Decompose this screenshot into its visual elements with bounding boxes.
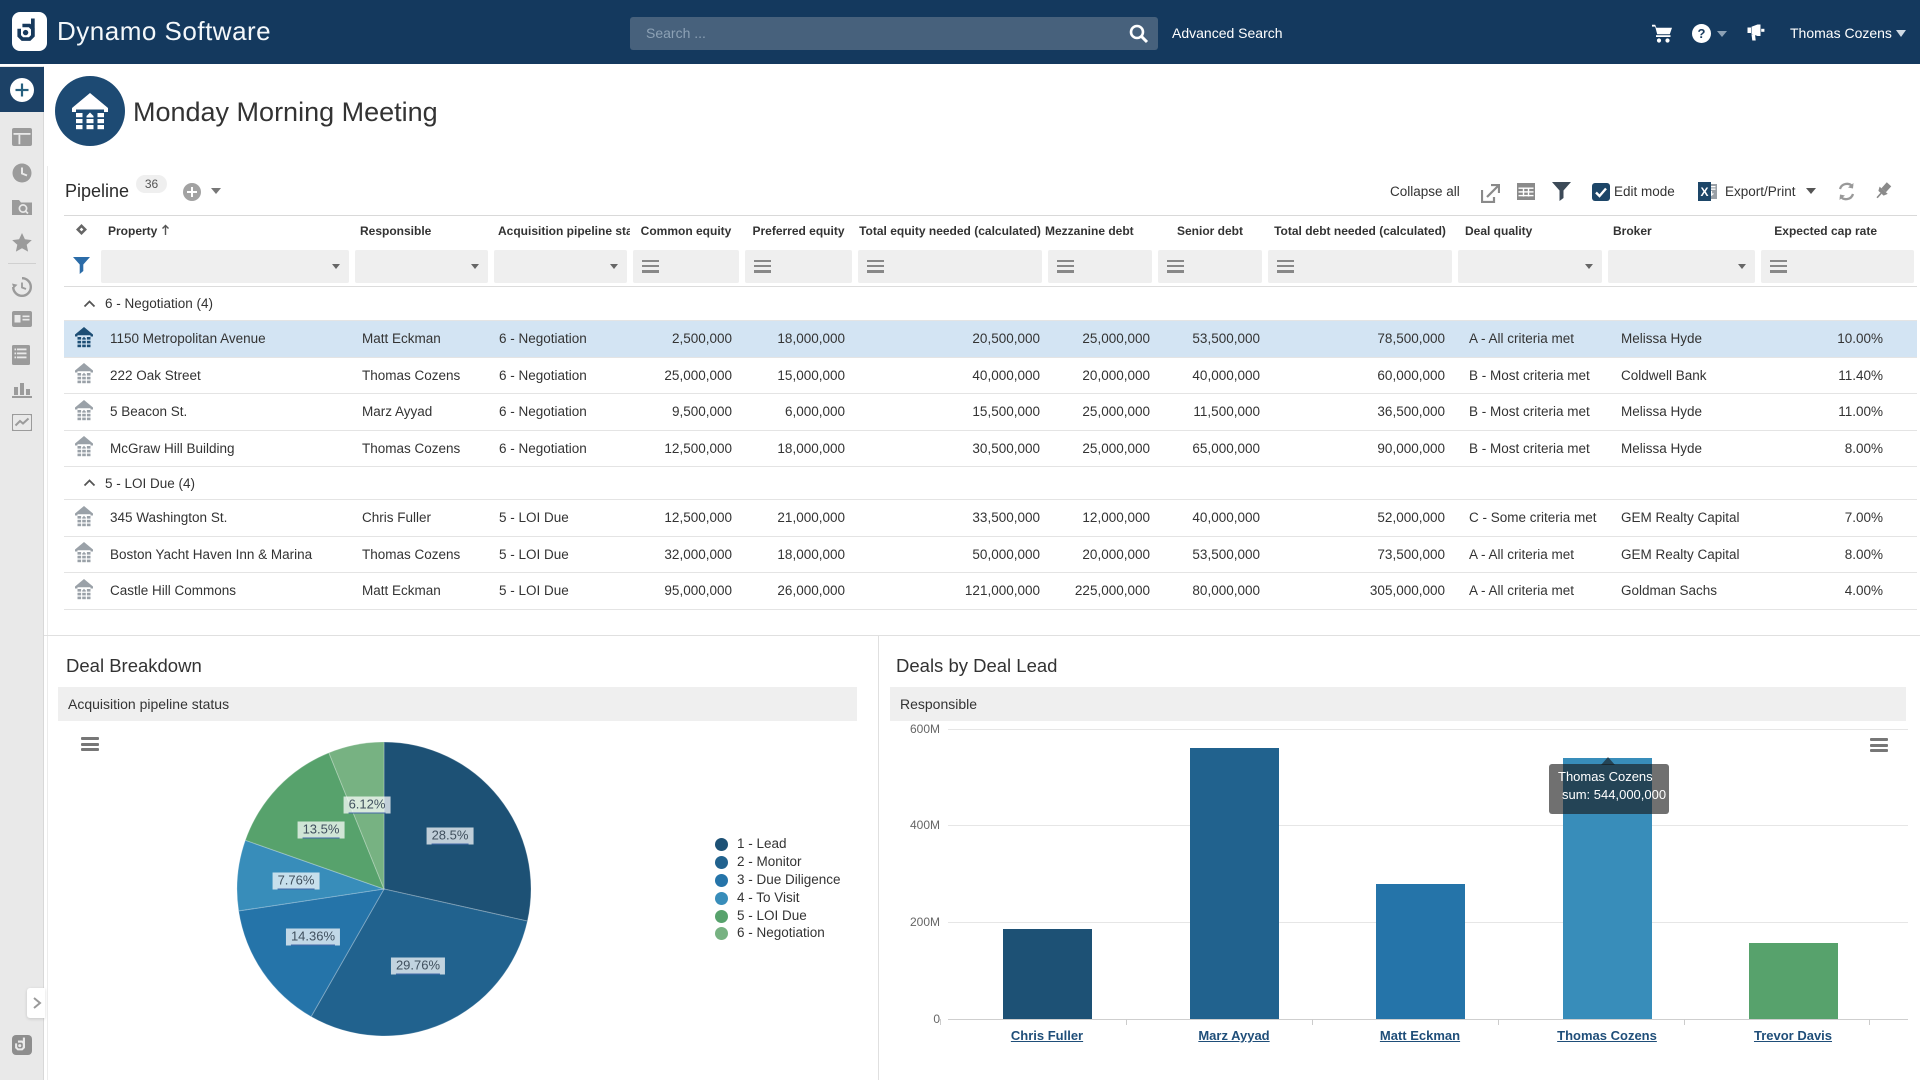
svg-text:X: X: [1700, 185, 1708, 199]
